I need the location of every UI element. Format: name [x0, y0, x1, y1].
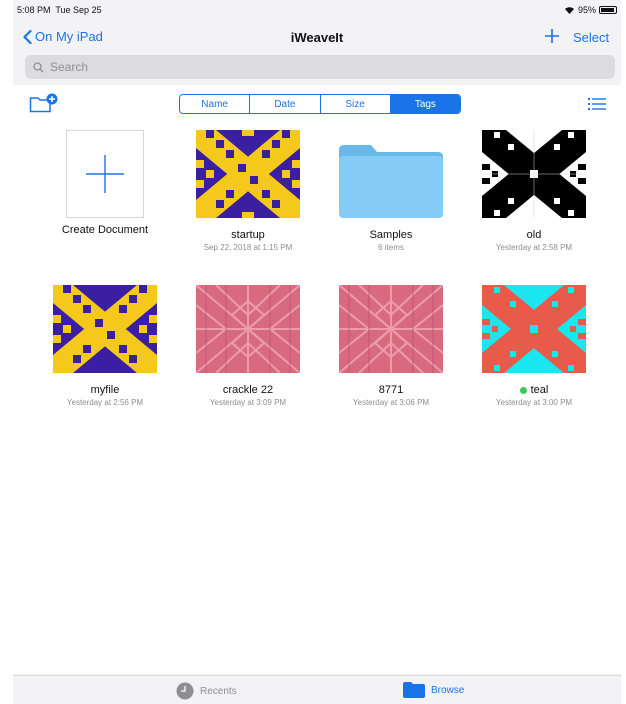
file-item-old[interactable]: old Yesterday at 2:58 PM [474, 130, 594, 252]
create-document-label: Create Document [61, 224, 149, 236]
folder-count: 6 items [378, 243, 404, 252]
file-name: teal [530, 384, 549, 396]
file-name: startup [231, 229, 265, 241]
title-wrap: iWeaveIt [13, 30, 621, 45]
status-date: Tue Sep 25 [55, 5, 102, 15]
page-title: iWeaveIt [290, 30, 344, 45]
list-icon [588, 98, 606, 110]
file-date: Sep 22, 2018 at 1:15 PM [203, 243, 293, 252]
folder-icon [339, 145, 443, 218]
wifi-icon [564, 7, 574, 14]
folder-icon [403, 682, 425, 698]
sort-size[interactable]: Size [321, 95, 391, 113]
new-folder-button[interactable] [29, 93, 59, 118]
file-item-startup[interactable]: startup Sep 22, 2018 at 1:15 PM [188, 130, 308, 252]
plus-icon [545, 29, 559, 43]
sort-name[interactable]: Name [180, 95, 251, 113]
file-item-crackle-22[interactable]: crackle 22 Yesterday at 3:09 PM [188, 284, 308, 407]
right-edge [621, 0, 626, 704]
file-date: Yesterday at 3:06 PM [352, 398, 430, 407]
tab-recents-label: Recents [200, 685, 237, 697]
add-button[interactable] [543, 27, 561, 50]
chevron-left-icon [23, 29, 32, 44]
weave-thumbnail [53, 285, 157, 373]
back-button[interactable]: On My iPad [23, 29, 103, 44]
sort-date[interactable]: Date [250, 95, 321, 113]
list-view-button[interactable] [588, 97, 606, 115]
folder-item-samples[interactable]: Samples 6 items [331, 130, 451, 252]
file-date: Yesterday at 2:58 PM [495, 243, 573, 252]
status-time: 5:08 PM [17, 5, 51, 15]
green-tag-dot-icon [519, 386, 527, 394]
plus-icon [86, 155, 124, 193]
tab-browse[interactable]: Browse [403, 682, 464, 698]
status-left: 5:08 PM Tue Sep 25 [17, 5, 102, 15]
weave-thumbnail [482, 285, 586, 373]
battery-percent: 95% [577, 5, 596, 15]
file-name-row: teal [474, 384, 594, 396]
file-item-teal[interactable]: teal Yesterday at 3:00 PM [474, 285, 594, 407]
status-right: 95% [564, 5, 617, 15]
new-folder-icon [29, 93, 58, 113]
select-button[interactable]: Select [573, 30, 609, 45]
search-bar[interactable] [25, 55, 615, 79]
browser-content: Name Date Size Tags Create Document star… [13, 85, 621, 674]
weave-thumbnail [482, 130, 586, 218]
create-document-box[interactable] [66, 130, 144, 218]
file-date: Yesterday at 2:56 PM [66, 398, 144, 407]
tab-recents[interactable]: Recents [176, 682, 237, 700]
navigation-bar: On My iPad iWeaveIt Select [13, 22, 621, 52]
tab-bar: Recents Browse [13, 675, 621, 704]
weave-thumbnail [338, 284, 444, 374]
create-document-item[interactable]: Create Document [45, 130, 165, 236]
file-name: crackle 22 [222, 384, 274, 396]
battery-icon [599, 6, 617, 14]
file-name: old [526, 229, 542, 241]
back-button-label: On My iPad [35, 29, 103, 44]
file-item-myfile[interactable]: myfile Yesterday at 2:56 PM [45, 285, 165, 407]
clock-icon [176, 682, 194, 700]
status-bar: 5:08 PM Tue Sep 25 95% [13, 0, 621, 20]
sort-segmented-control: Name Date Size Tags [179, 94, 461, 114]
file-date: Yesterday at 3:00 PM [495, 398, 573, 407]
search-icon [33, 61, 44, 72]
weave-thumbnail [195, 284, 301, 374]
file-name: myfile [90, 384, 120, 396]
sort-tags[interactable]: Tags [390, 95, 460, 113]
file-date: Yesterday at 3:09 PM [209, 398, 287, 407]
file-item-8771[interactable]: 8771 Yesterday at 3:06 PM [331, 284, 451, 407]
search-input[interactable] [48, 59, 592, 75]
weave-thumbnail [196, 130, 300, 218]
file-name: 8771 [378, 384, 404, 396]
tab-browse-label: Browse [431, 684, 465, 696]
folder-name: Samples [369, 229, 413, 241]
